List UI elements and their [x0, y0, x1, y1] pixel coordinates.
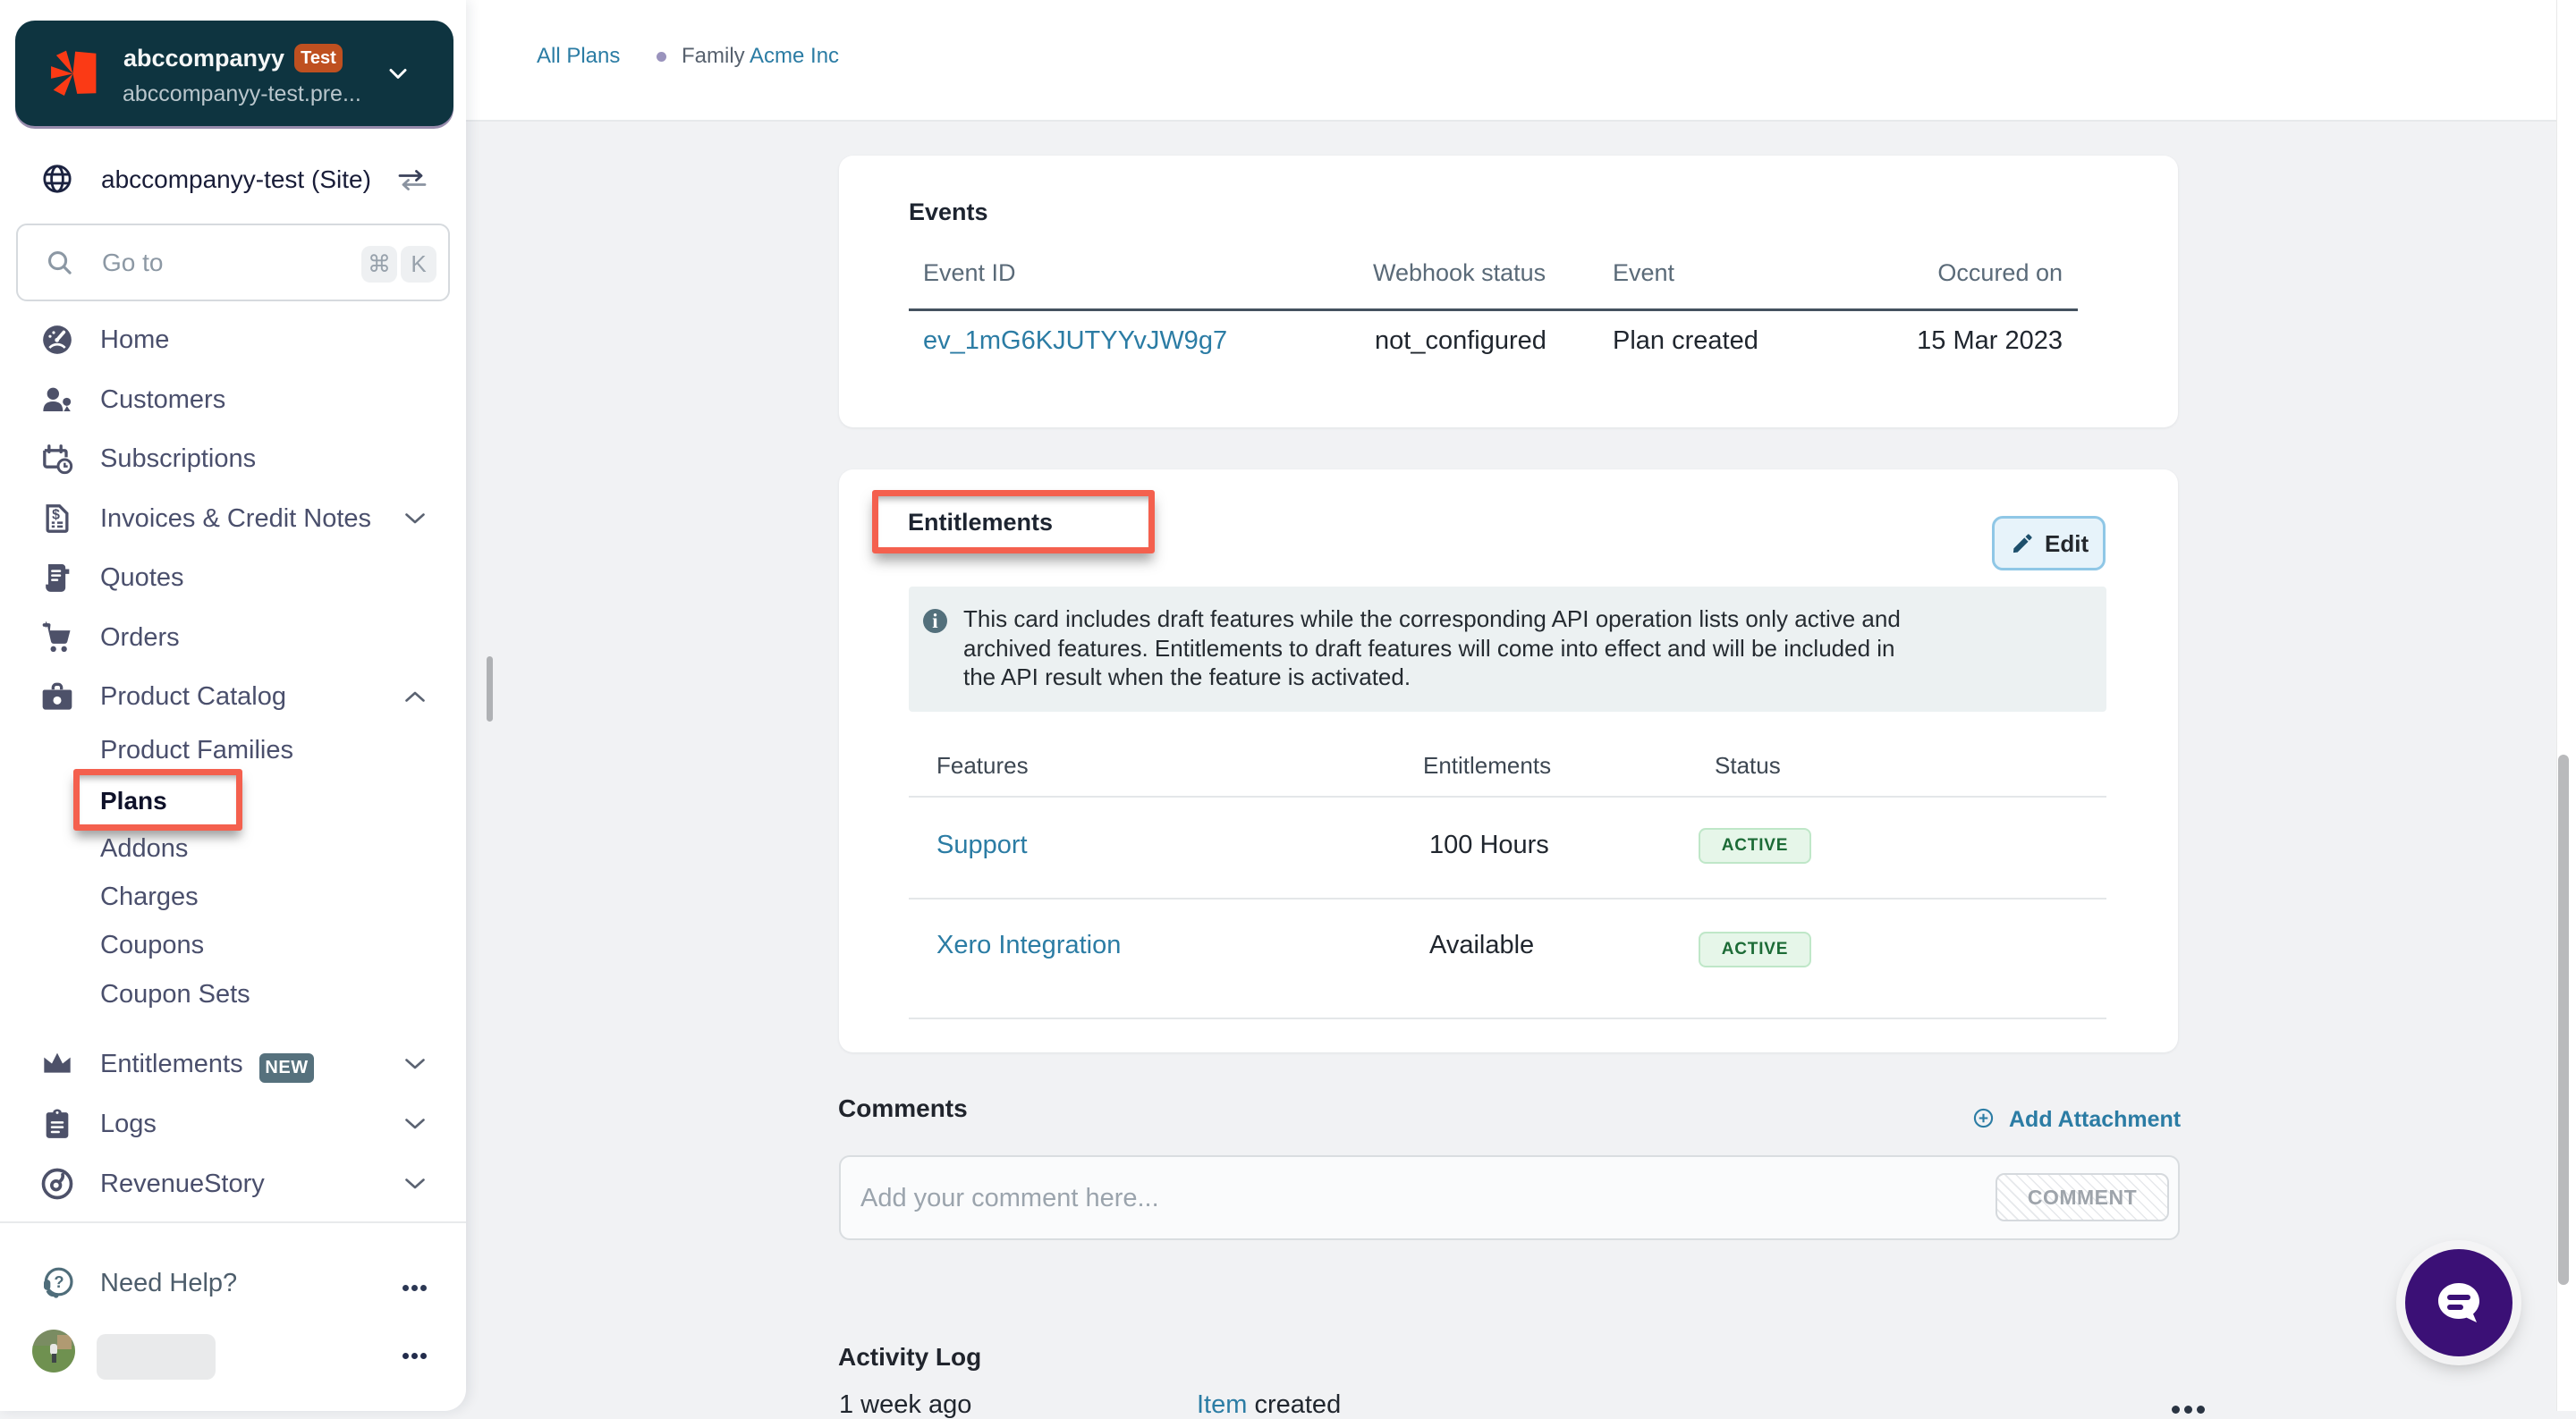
svg-text:?: ?	[54, 1272, 64, 1291]
svg-text:$: $	[52, 507, 60, 522]
